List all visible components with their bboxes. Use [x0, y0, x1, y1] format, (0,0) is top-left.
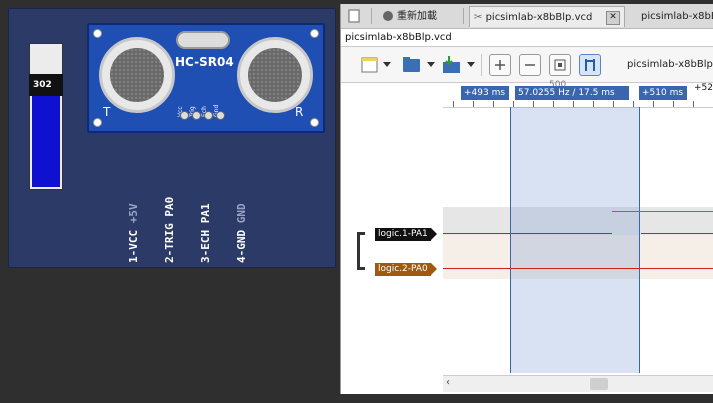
- pin-label-echo: 3-ECH PA1: [199, 203, 212, 263]
- tab-new[interactable]: [343, 6, 367, 27]
- signal-group-bracket: [357, 232, 365, 270]
- trace-pa1-high: [612, 211, 713, 212]
- scrollbar-thumb[interactable]: [590, 378, 608, 390]
- sensor-pin: [192, 111, 201, 120]
- tab-bar: 重新加載 ✂ picsimlab-x8bBlp.vcd ✕ picsimlab-…: [341, 4, 713, 29]
- cursor-mode-button[interactable]: [579, 54, 601, 76]
- transmitter-transducer: [99, 37, 175, 113]
- mount-hole: [310, 29, 319, 38]
- signal-tag-pa1[interactable]: logic.1-PA1: [375, 228, 437, 241]
- receiver-mark: R: [295, 105, 304, 119]
- mount-hole: [310, 118, 319, 127]
- cursor-icon: [585, 59, 595, 71]
- crystal-oscillator: [176, 31, 230, 49]
- tools-icon: ✂: [474, 12, 486, 23]
- scroll-left-icon[interactable]: ‹: [446, 377, 450, 388]
- pin-label-vcc: 1-VCC +5V: [127, 203, 140, 263]
- zoom-fit-icon: [554, 59, 566, 71]
- time-ruler[interactable]: 500 +493 ms 57.0255 Hz / 17.5 ms +510 ms…: [443, 80, 713, 108]
- zoom-in-icon: [495, 60, 505, 70]
- zoom-in-button[interactable]: [489, 54, 511, 76]
- sensor-pin: [204, 111, 213, 120]
- distance-slider[interactable]: 302: [29, 43, 63, 190]
- zoom-fit-button[interactable]: [549, 54, 571, 76]
- tab-file-vcd-2[interactable]: picsimlab-x8bB: [637, 6, 713, 27]
- simulator-board: 302 HC-SR04 T R Vcc Trig Ech Gnd 1-VCC +…: [8, 8, 336, 268]
- cursor-right-marker[interactable]: +510 ms: [639, 86, 687, 100]
- hc-sr04-sensor: HC-SR04 T R Vcc Trig Ech Gnd: [87, 23, 325, 133]
- folder-icon: [403, 57, 420, 72]
- save-icon: [443, 56, 460, 73]
- mount-hole: [93, 29, 102, 38]
- trace-pa1-low: [443, 233, 612, 234]
- cursor-selection-region[interactable]: [510, 107, 640, 373]
- reload-icon: [383, 11, 393, 21]
- cursor-left-marker[interactable]: +493 ms: [461, 86, 509, 100]
- cursor-measurement: 57.0255 Hz / 17.5 ms: [515, 86, 629, 100]
- tab-file-vcd[interactable]: ✂ picsimlab-x8bBlp.vcd ✕: [469, 6, 625, 27]
- close-tab-icon[interactable]: ✕: [606, 11, 620, 25]
- window-title: picsimlab-x8bBlp.vcd: [341, 29, 713, 47]
- sensor-pin: [180, 111, 189, 120]
- toolbar: picsimlab-x8bBlp.v: [341, 48, 713, 83]
- ruler-edge-label: +520: [694, 83, 713, 93]
- signal-tag-pa0[interactable]: logic.2-PA0: [375, 263, 437, 276]
- open-file-button[interactable]: [401, 54, 423, 76]
- zoom-out-button[interactable]: [519, 54, 541, 76]
- new-file-button[interactable]: [359, 54, 381, 76]
- waveform-viewer-window: 重新加載 ✂ picsimlab-x8bBlp.vcd ✕ picsimlab-…: [340, 4, 713, 394]
- toolbar-filename: picsimlab-x8bBlp.v: [627, 59, 713, 70]
- pin-label-gnd: 4-GND GND: [235, 203, 248, 263]
- mount-hole: [93, 118, 102, 127]
- transmitter-mark: T: [103, 105, 111, 119]
- reload-button[interactable]: 重新加載: [379, 6, 459, 27]
- receiver-transducer: [237, 37, 313, 113]
- pin-label-trig: 2-TRIG PA0: [163, 196, 176, 263]
- new-page-icon: [348, 9, 360, 23]
- trace-pa0-low: [443, 268, 713, 269]
- save-file-button[interactable]: [441, 54, 463, 76]
- slider-value[interactable]: 302: [29, 74, 63, 96]
- trace-pa1-low: [641, 233, 713, 234]
- sensor-pin: [216, 111, 225, 120]
- sensor-model-label: HC-SR04: [175, 55, 234, 69]
- horizontal-scrollbar[interactable]: ‹: [443, 375, 713, 392]
- waveform-area: 500 +493 ms 57.0255 Hz / 17.5 ms +510 ms…: [341, 80, 713, 394]
- new-file-icon: [361, 57, 378, 73]
- zoom-out-icon: [525, 64, 535, 66]
